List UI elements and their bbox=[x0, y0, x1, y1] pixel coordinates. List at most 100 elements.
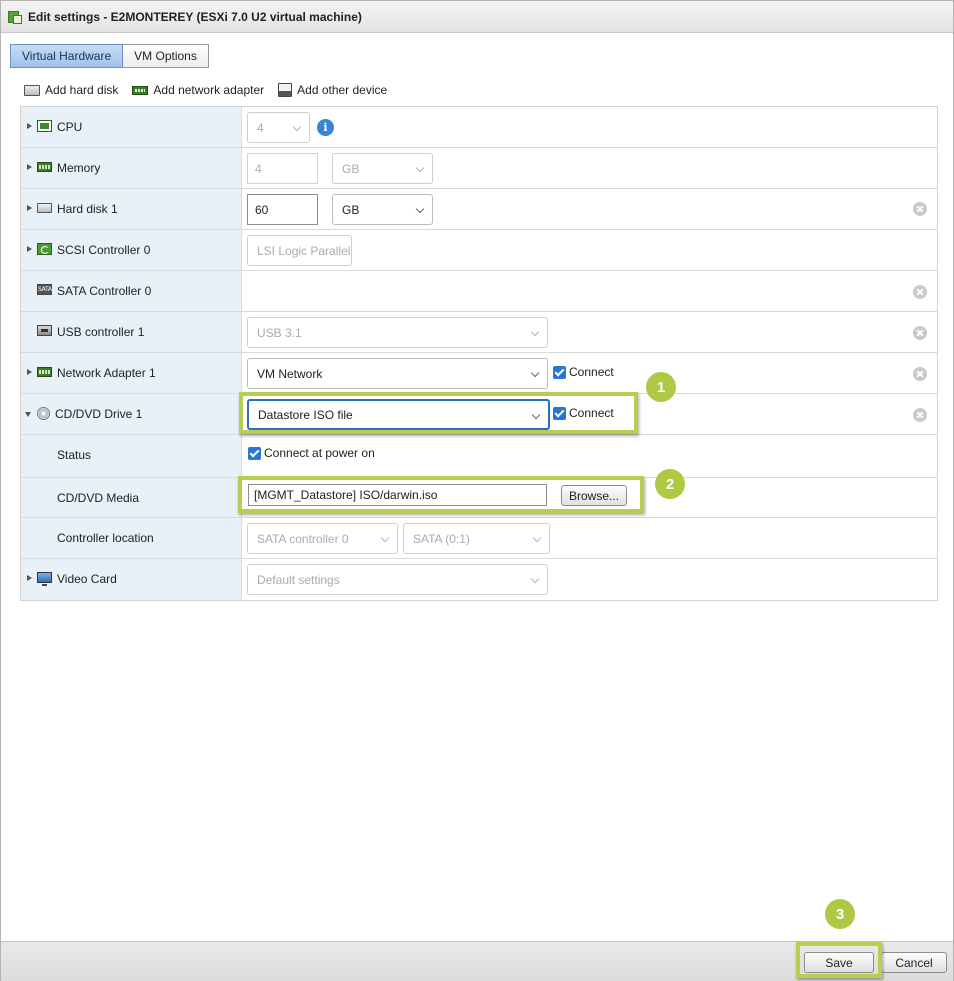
network-adapter-label: Network Adapter 1 bbox=[57, 366, 156, 380]
browse-button[interactable]: Browse... bbox=[561, 485, 627, 506]
row-network-adapter: Network Adapter 1 VM Network Connect bbox=[21, 353, 937, 394]
status-label: Status bbox=[57, 448, 92, 462]
expand-caret-icon[interactable] bbox=[27, 369, 32, 375]
usb-type-select[interactable]: USB 3.1 bbox=[247, 317, 548, 348]
hard-disk-value-cell: 60 GB bbox=[242, 189, 937, 229]
cpu-count-value: 4 bbox=[257, 120, 264, 135]
vm-settings-icon bbox=[7, 9, 23, 25]
chevron-down-icon bbox=[531, 410, 541, 420]
remove-hard-disk-icon[interactable] bbox=[913, 202, 927, 216]
hard-disk-label: Hard disk 1 bbox=[57, 202, 118, 216]
network-value: VM Network bbox=[257, 366, 323, 381]
remove-network-adapter-icon[interactable] bbox=[913, 367, 927, 381]
hardware-toolbar: Add hard disk Add network adapter Add ot… bbox=[24, 83, 401, 97]
chevron-down-icon bbox=[292, 122, 302, 132]
collapse-caret-icon[interactable] bbox=[25, 412, 31, 417]
sata-controller-icon bbox=[37, 284, 52, 295]
connect-at-power-on-checkbox[interactable]: Connect at power on bbox=[248, 446, 375, 460]
usb-controller-label: USB controller 1 bbox=[57, 325, 145, 339]
remove-cd-dvd-drive-icon[interactable] bbox=[913, 408, 927, 422]
hard-disk-icon bbox=[37, 203, 52, 213]
network-connect-checkbox[interactable]: Connect bbox=[553, 365, 614, 379]
sata-controller-label: SATA Controller 0 bbox=[57, 284, 152, 298]
controller-value-cell: SATA controller 0 SATA (0:1) bbox=[242, 518, 937, 558]
checkbox-checked-icon bbox=[553, 365, 566, 379]
sata-value-cell bbox=[242, 271, 937, 311]
expand-caret-icon[interactable] bbox=[27, 205, 32, 211]
scsi-label-cell: SCSI Controller 0 bbox=[21, 230, 242, 270]
expand-caret-icon[interactable] bbox=[27, 123, 32, 129]
controller-value: SATA controller 0 bbox=[257, 531, 349, 546]
controller-select[interactable]: SATA controller 0 bbox=[247, 523, 398, 554]
network-value-cell: VM Network Connect bbox=[242, 353, 937, 393]
sata-label-cell: SATA Controller 0 bbox=[21, 271, 242, 311]
chevron-down-icon bbox=[415, 163, 425, 173]
hard-disk-size-input[interactable]: 60 bbox=[247, 194, 318, 225]
scsi-type-select[interactable]: LSI Logic Parallel bbox=[247, 235, 352, 266]
network-connect-label: Connect bbox=[569, 365, 614, 379]
video-label-cell: Video Card bbox=[21, 559, 242, 600]
hard-disk-icon bbox=[24, 84, 40, 96]
cd-dvd-media-label: CD/DVD Media bbox=[57, 491, 140, 505]
video-settings-select[interactable]: Default settings bbox=[247, 564, 548, 595]
tab-virtual-hardware[interactable]: Virtual Hardware bbox=[10, 44, 124, 68]
cdrom-source-value: Datastore ISO file bbox=[258, 407, 353, 422]
chevron-down-icon bbox=[530, 368, 540, 378]
annotation-badge-1: 1 bbox=[646, 372, 676, 402]
row-video-card: Video Card Default settings bbox=[21, 559, 937, 600]
memory-unit-select[interactable]: GB bbox=[332, 153, 433, 184]
row-cdrom-media: CD/DVD Media [MGMT_Datastore] ISO/darwin… bbox=[21, 478, 937, 518]
save-button[interactable]: Save bbox=[804, 952, 874, 973]
network-select[interactable]: VM Network bbox=[247, 358, 548, 389]
info-icon[interactable]: i bbox=[317, 119, 334, 136]
add-hard-disk-button[interactable]: Add hard disk bbox=[24, 83, 118, 97]
memory-unit-value: GB bbox=[342, 161, 360, 176]
cdrom-source-select[interactable]: Datastore ISO file bbox=[247, 399, 550, 430]
row-hard-disk: Hard disk 1 60 GB bbox=[21, 189, 937, 230]
add-other-device-button[interactable]: Add other device bbox=[278, 83, 387, 97]
cdrom-connect-label: Connect bbox=[569, 406, 614, 420]
cancel-button[interactable]: Cancel bbox=[881, 952, 947, 973]
add-network-adapter-button[interactable]: Add network adapter bbox=[132, 83, 264, 97]
usb-label-cell: USB controller 1 bbox=[21, 312, 242, 352]
remove-usb-controller-icon[interactable] bbox=[913, 326, 927, 340]
checkbox-checked-icon bbox=[553, 406, 566, 420]
row-cpu: CPU 4 i bbox=[21, 107, 937, 148]
controller-slot-select[interactable]: SATA (0:1) bbox=[403, 523, 550, 554]
edit-settings-dialog: Edit settings - E2MONTEREY (ESXi 7.0 U2 … bbox=[0, 0, 954, 981]
remove-sata-controller-icon[interactable] bbox=[913, 285, 927, 299]
add-hard-disk-label: Add hard disk bbox=[45, 83, 119, 97]
cpu-value-cell: 4 i bbox=[242, 107, 937, 147]
memory-icon bbox=[37, 162, 52, 172]
cd-dvd-media-path-input[interactable]: [MGMT_Datastore] ISO/darwin.iso bbox=[248, 484, 547, 506]
usb-value-cell: USB 3.1 bbox=[242, 312, 937, 352]
cpu-label: CPU bbox=[57, 120, 83, 134]
network-label-cell: Network Adapter 1 bbox=[21, 353, 242, 393]
controller-location-label: Controller location bbox=[57, 531, 154, 545]
tab-vm-options[interactable]: VM Options bbox=[123, 44, 209, 68]
chevron-down-icon bbox=[530, 327, 540, 337]
controller-slot-value: SATA (0:1) bbox=[413, 531, 470, 546]
row-cd-dvd-drive: CD/DVD Drive 1 Datastore ISO file Connec… bbox=[21, 394, 937, 435]
cd-dvd-icon bbox=[37, 407, 50, 420]
row-cdrom-status: Status Connect at power on bbox=[21, 435, 937, 478]
row-memory: Memory 4 GB bbox=[21, 148, 937, 189]
chevron-down-icon bbox=[532, 533, 542, 543]
usb-type-value: USB 3.1 bbox=[257, 325, 302, 340]
video-card-label: Video Card bbox=[57, 572, 117, 586]
expand-caret-icon[interactable] bbox=[27, 575, 32, 581]
cpu-count-select[interactable]: 4 bbox=[247, 112, 310, 143]
connect-at-power-on-label: Connect at power on bbox=[264, 446, 375, 460]
cdrom-connect-checkbox[interactable]: Connect bbox=[553, 406, 614, 420]
expand-caret-icon[interactable] bbox=[27, 164, 32, 170]
controller-label-cell: Controller location bbox=[21, 518, 242, 558]
hard-disk-unit-select[interactable]: GB bbox=[332, 194, 433, 225]
usb-controller-icon bbox=[37, 325, 52, 336]
memory-size-input[interactable]: 4 bbox=[247, 153, 318, 184]
hardware-table: CPU 4 i Memory 4 GB Hard disk 1 60 GB SC… bbox=[20, 106, 938, 601]
memory-label-cell: Memory bbox=[21, 148, 242, 188]
status-label-cell: Status bbox=[21, 435, 242, 477]
expand-caret-icon[interactable] bbox=[27, 246, 32, 252]
cdrom-value-cell: Datastore ISO file Connect bbox=[242, 394, 937, 434]
row-sata-controller: SATA Controller 0 bbox=[21, 271, 937, 312]
